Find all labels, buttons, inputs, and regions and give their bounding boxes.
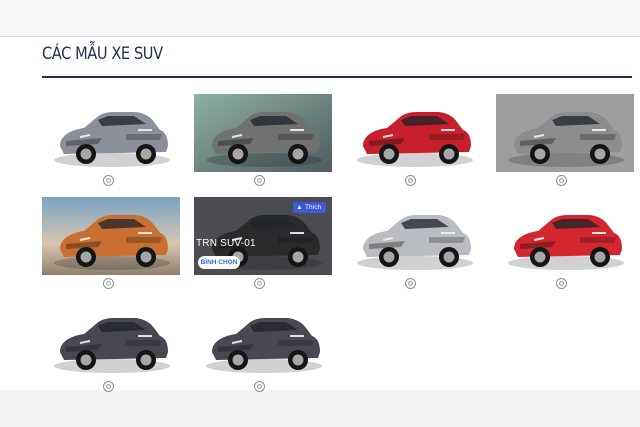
car-option-2[interactable]: [194, 94, 332, 172]
car-option-7[interactable]: [345, 197, 483, 275]
car-option-4-radio[interactable]: [556, 175, 567, 186]
car-option-3-radio[interactable]: [405, 175, 416, 186]
vote-button[interactable]: BÌNH CHỌN: [198, 256, 240, 269]
car-option-4[interactable]: [496, 94, 634, 172]
car-option-1-radio[interactable]: [103, 175, 114, 186]
model-label: TRN SUV-01: [196, 238, 256, 249]
car-option-3[interactable]: [345, 94, 483, 172]
car-option-10[interactable]: [194, 300, 332, 378]
car-option-8[interactable]: [496, 197, 634, 275]
like-label: Thích: [305, 204, 322, 211]
car-option-10-radio[interactable]: [254, 381, 265, 392]
car-option-5[interactable]: [42, 197, 180, 275]
like-button[interactable]: ▲ Thích: [293, 202, 326, 213]
thumbs-up-icon: ▲: [296, 204, 303, 211]
car-option-1[interactable]: [42, 94, 180, 172]
car-option-9-radio[interactable]: [103, 381, 114, 392]
title-divider: [42, 76, 632, 78]
bottom-bar: [0, 390, 640, 427]
section-title: CÁC MẪU XE SUV: [42, 44, 163, 64]
car-option-8-radio[interactable]: [556, 278, 567, 289]
car-option-6-radio[interactable]: [254, 278, 265, 289]
car-option-2-radio[interactable]: [254, 175, 265, 186]
car-option-9[interactable]: [42, 300, 180, 378]
car-option-7-radio[interactable]: [405, 278, 416, 289]
car-option-5-radio[interactable]: [103, 278, 114, 289]
top-bar: [0, 0, 640, 37]
